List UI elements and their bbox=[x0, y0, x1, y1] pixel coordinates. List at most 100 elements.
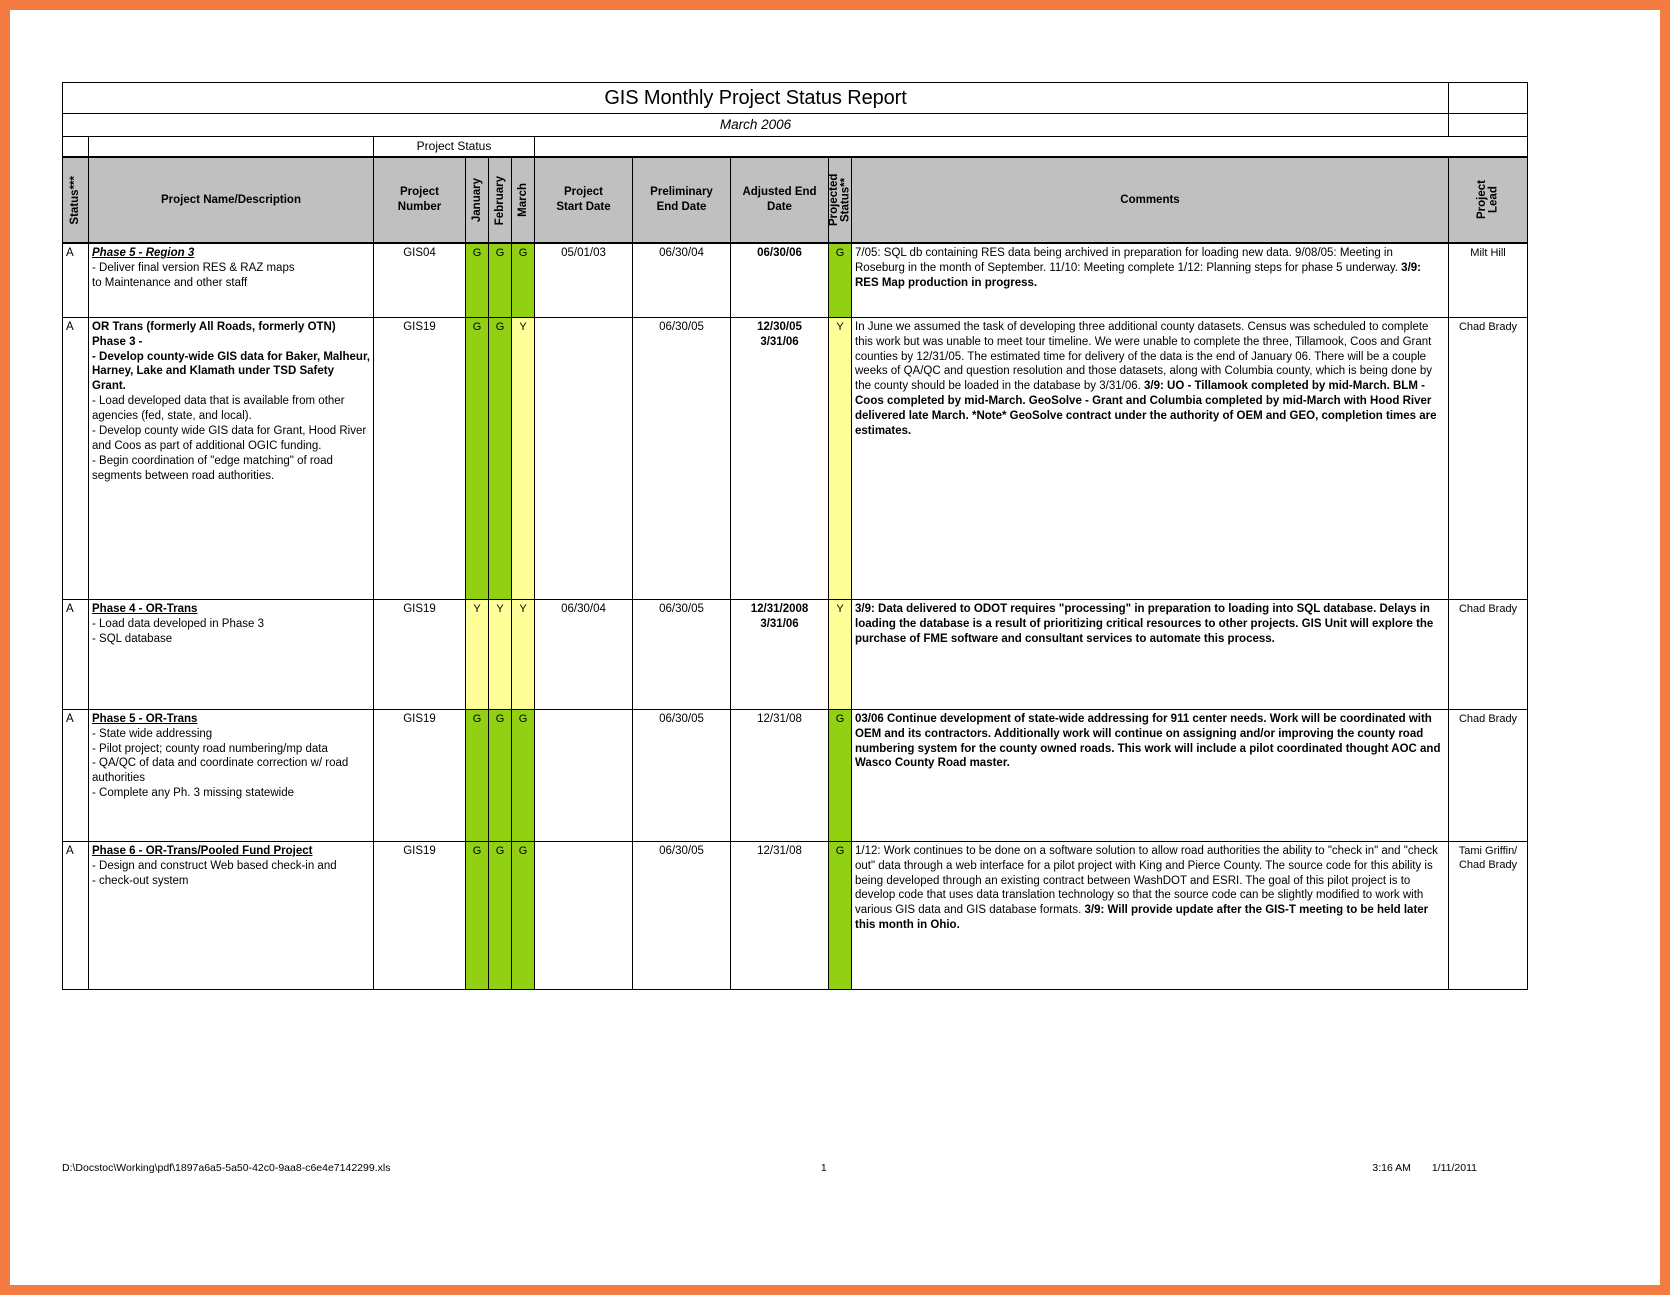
cell-projected-status: G bbox=[828, 708, 852, 842]
comment-text: 7/05: SQL db containing RES data being a… bbox=[855, 247, 1402, 275]
cell-status-february: G bbox=[488, 840, 512, 990]
cell-start-date bbox=[534, 316, 633, 600]
col-header-february: February bbox=[488, 156, 512, 245]
table-row: A OR Trans (formerly All Roads, formerly … bbox=[62, 316, 1529, 600]
project-desc-line: - Develop county wide GIS data for Grant… bbox=[92, 425, 367, 453]
project-title: OR Trans (formerly All Roads, formerly O… bbox=[92, 320, 336, 333]
project-desc-line: - QA/QC of data and coordinate correctio… bbox=[92, 757, 349, 785]
cell-project-number: GIS04 bbox=[373, 242, 466, 318]
cell-start-date: 05/01/03 bbox=[534, 242, 633, 318]
adjusted-end-date-line: 12/31/08 bbox=[757, 712, 802, 725]
project-title: Phase 6 - OR-Trans/Pooled Fund Project bbox=[92, 844, 313, 857]
col-header-adjusted-end-l2: Date bbox=[767, 201, 792, 214]
title-row: GIS Monthly Project Status Report bbox=[61, 82, 1529, 114]
cell-projected-status: Y bbox=[828, 598, 852, 710]
cell-project-name: Phase 5 - OR-Trans - State wide addressi… bbox=[88, 708, 374, 842]
cell-comments: 7/05: SQL db containing RES data being a… bbox=[850, 242, 1450, 318]
cell-adjusted-end-date: 12/31/08 bbox=[730, 708, 829, 842]
comment-update-text: 03/06 Continue development of state-wide… bbox=[855, 712, 1441, 770]
table-row: A Phase 4 - OR-Trans - Load data develope… bbox=[62, 598, 1529, 710]
cell-adjusted-end-date: 12/31/08 bbox=[730, 840, 829, 990]
table-row: A Phase 5 - OR-Trans - State wide addres… bbox=[62, 708, 1529, 842]
document-page: GIS Monthly Project Status Report March … bbox=[10, 10, 1660, 1285]
cell-project-number: GIS19 bbox=[373, 598, 466, 710]
footer-timestamp: 3:16 AM 1/11/2011 bbox=[912, 1162, 1527, 1174]
adjusted-end-date-line: 3/31/06 bbox=[760, 617, 799, 630]
footer-page-number: 1 bbox=[820, 1162, 827, 1174]
cell-start-date: 06/30/04 bbox=[534, 598, 633, 710]
cell-comments: 3/9: Data delivered to ODOT requires "pr… bbox=[850, 598, 1450, 710]
project-desc-line: - Begin coordination of "edge matching" … bbox=[92, 455, 333, 483]
cell-comments: 1/12: Work continues to be done on a sof… bbox=[850, 840, 1450, 990]
cell-project-name: OR Trans (formerly All Roads, formerly O… bbox=[88, 316, 374, 600]
col-header-march: March bbox=[511, 156, 535, 245]
cell-status-march: G bbox=[511, 708, 535, 842]
col-header-january: January bbox=[465, 156, 489, 245]
cell-status-january: G bbox=[465, 316, 489, 600]
cell-adjusted-end-date: 12/31/2008 3/31/06 bbox=[730, 598, 829, 710]
cell-adjusted-end-date: 12/30/05 3/31/06 bbox=[730, 316, 829, 600]
project-title: Phase 5 - OR-Trans bbox=[92, 712, 198, 725]
cell-prelim-end-date: 06/30/05 bbox=[632, 316, 731, 600]
col-header-start-date-l1: Project bbox=[564, 186, 603, 199]
adjusted-end-date-line: 12/30/05 bbox=[757, 320, 802, 333]
cell-status: A bbox=[62, 840, 89, 990]
cell-prelim-end-date: 06/30/05 bbox=[632, 598, 731, 710]
cell-projected-status: Y bbox=[828, 316, 852, 600]
col-header-status: Status*** bbox=[62, 156, 89, 245]
col-header-projected-status-label: Projected Status** bbox=[827, 173, 852, 227]
status-report-sheet: GIS Monthly Project Status Report March … bbox=[61, 82, 1529, 990]
footer-date: 1/11/2011 bbox=[1431, 1162, 1477, 1174]
cell-status: A bbox=[62, 316, 89, 600]
project-desc-line: - Develop county-wide GIS data for Baker… bbox=[92, 350, 370, 393]
cell-project-number: GIS19 bbox=[373, 708, 466, 842]
page-footer: D:\Docstoc\Working\pdf\1897a6a5-5a50-42c… bbox=[62, 1162, 1527, 1174]
adjusted-end-date-line: 06/30/06 bbox=[757, 247, 802, 260]
cell-project-name: Phase 4 - OR-Trans - Load data developed… bbox=[88, 598, 374, 710]
report-period: March 2006 bbox=[61, 113, 1450, 137]
project-title: Phase 4 - OR-Trans bbox=[92, 602, 198, 615]
group-header-row: Project Status bbox=[62, 135, 1529, 158]
col-header-project-lead: Project Lead bbox=[1448, 156, 1529, 245]
col-header-project-lead-label: Project Lead bbox=[1475, 180, 1500, 220]
project-desc-line: - Complete any Ph. 3 missing statewide bbox=[92, 787, 294, 800]
cell-status-march: Y bbox=[511, 316, 535, 600]
page-title: GIS Monthly Project Status Report bbox=[61, 82, 1450, 114]
table-row: A Phase 5 - Region 3 - Deliver final vers… bbox=[62, 242, 1529, 318]
cell-status-february: G bbox=[488, 316, 512, 600]
cell-project-name: Phase 6 - OR-Trans/Pooled Fund Project -… bbox=[88, 840, 374, 990]
cell-status: A bbox=[62, 598, 89, 710]
cell-start-date bbox=[534, 708, 633, 842]
cell-status-march: G bbox=[511, 242, 535, 318]
cell-project-number: GIS19 bbox=[373, 316, 466, 600]
table-row: A Phase 6 - OR-Trans/Pooled Fund Project … bbox=[62, 840, 1529, 990]
project-title: Phase 5 - Region 3 bbox=[92, 247, 195, 260]
cell-comments: In June we assumed the task of developin… bbox=[850, 316, 1450, 600]
col-header-february-label: February bbox=[493, 175, 506, 225]
cell-prelim-end-date: 06/30/05 bbox=[632, 840, 731, 990]
col-header-project-number-l2: Number bbox=[397, 201, 442, 214]
cell-status-january: G bbox=[465, 840, 489, 990]
project-subtitle: Phase 3 - bbox=[92, 335, 143, 348]
cell-adjusted-end-date: 06/30/06 bbox=[730, 242, 829, 318]
group-spacer-name bbox=[88, 135, 374, 158]
cell-status-january: G bbox=[465, 242, 489, 318]
cell-prelim-end-date: 06/30/04 bbox=[632, 242, 731, 318]
col-header-projected-status: Projected Status** bbox=[827, 156, 852, 245]
col-header-march-label: March bbox=[516, 183, 529, 218]
col-header-project-name: Project Name/Description bbox=[88, 156, 374, 245]
col-header-january-label: January bbox=[470, 178, 483, 223]
cell-status: A bbox=[62, 242, 89, 318]
table-body: A Phase 5 - Region 3 - Deliver final vers… bbox=[62, 242, 1529, 990]
project-desc-line: - Design and construct Web based check-i… bbox=[92, 859, 337, 872]
cell-status-february: Y bbox=[488, 598, 512, 710]
col-header-prelim-end-l1: Preliminary bbox=[650, 186, 713, 199]
project-desc-line: - Load developed data that is available … bbox=[92, 395, 345, 423]
project-desc-line: - Pilot project; county road numbering/m… bbox=[92, 742, 328, 755]
cell-project-lead: Chad Brady bbox=[1448, 708, 1529, 842]
col-header-status-label: Status*** bbox=[69, 175, 82, 225]
col-header-comments: Comments bbox=[850, 156, 1450, 245]
cell-comments: 03/06 Continue development of state-wide… bbox=[850, 708, 1450, 842]
col-header-prelim-end: Preliminary End Date bbox=[632, 156, 731, 245]
cell-project-lead: Chad Brady bbox=[1448, 316, 1529, 600]
